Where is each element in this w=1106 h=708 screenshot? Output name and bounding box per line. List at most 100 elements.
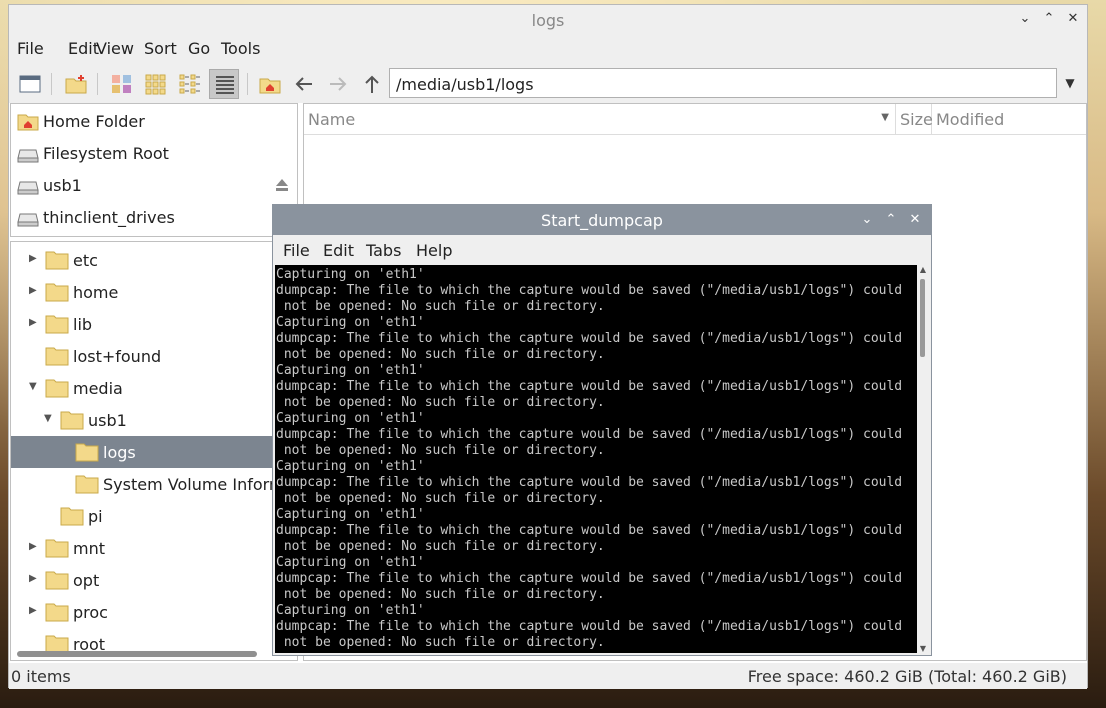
tree-item-label: home	[73, 283, 119, 302]
drive-icon	[17, 149, 39, 163]
eject-icon[interactable]	[275, 178, 289, 192]
forward-arrow-icon[interactable]	[323, 69, 353, 99]
tree-item-opt[interactable]: ▶ opt	[11, 564, 297, 596]
folder-icon	[45, 251, 69, 270]
folder-icon	[45, 603, 69, 622]
collapse-arrow-icon[interactable]: ▼	[44, 413, 52, 424]
tree-item-label: opt	[73, 571, 100, 590]
tree-item-label: lost+found	[73, 347, 162, 366]
minimize-icon[interactable]: ⌄	[1017, 11, 1033, 27]
close-icon[interactable]: ✕	[1065, 11, 1081, 27]
sort-descending-icon: ▼	[881, 112, 889, 123]
folder-icon	[45, 539, 69, 558]
icon-view-icon[interactable]	[107, 69, 137, 99]
folder-icon	[60, 507, 84, 526]
tree-item-system-volume-informa[interactable]: System Volume Informa	[11, 468, 297, 500]
place-filesystem-root[interactable]: Filesystem Root	[15, 138, 295, 168]
scroll-up-icon[interactable]: ▲	[917, 265, 929, 274]
tree-item-home[interactable]: ▶ home	[11, 276, 297, 308]
terminal-output: Capturing on 'eth1' dumpcap: The file to…	[276, 267, 903, 650]
terminal-menu-file[interactable]: File	[283, 241, 310, 260]
place-thinclient-drives[interactable]: thinclient_drives	[15, 202, 295, 232]
menu-sort[interactable]: Sort	[144, 39, 177, 58]
menu-view[interactable]: View	[96, 39, 134, 58]
item-count: 0 items	[11, 667, 71, 686]
places-pane: Home Folder Filesystem Root usb1 thincli…	[10, 103, 298, 237]
tree-item-label: logs	[103, 443, 136, 462]
folder-icon	[45, 347, 69, 366]
tree-item-lib[interactable]: ▶ lib	[11, 308, 297, 340]
compact-view-icon[interactable]	[175, 69, 205, 99]
terminal-menu-tabs[interactable]: Tabs	[366, 241, 401, 260]
tree-item-etc[interactable]: ▶ etc	[11, 244, 297, 276]
column-header-size[interactable]: Size	[896, 104, 933, 134]
folder-icon	[45, 379, 69, 398]
new-window-icon[interactable]	[15, 69, 45, 99]
menu-tools[interactable]: Tools	[221, 39, 260, 58]
folder-icon	[60, 411, 84, 430]
menubar: File Edit View Sort Go Tools	[9, 35, 1087, 63]
path-bar[interactable]: /media/usb1/logs	[389, 68, 1057, 98]
menu-file[interactable]: File	[17, 39, 44, 58]
tree-item-logs[interactable]: logs	[11, 436, 297, 468]
thumbnail-view-icon[interactable]	[141, 69, 171, 99]
directory-tree: ▶ etc ▶ home ▶ lib lost+found ▼ media ▼ usb1 logs Sy…	[10, 241, 298, 661]
close-icon[interactable]: ✕	[907, 212, 923, 228]
expand-arrow-icon[interactable]: ▶	[29, 573, 37, 584]
expand-arrow-icon[interactable]: ▶	[29, 253, 37, 264]
tree-item-label: proc	[73, 603, 108, 622]
menu-edit[interactable]: Edit	[68, 39, 99, 58]
expand-arrow-icon[interactable]: ▶	[29, 541, 37, 552]
detailed-list-view-icon[interactable]	[209, 69, 239, 99]
tree-item-mnt[interactable]: ▶ mnt	[11, 532, 297, 564]
tree-item-media[interactable]: ▼ media	[11, 372, 297, 404]
expand-arrow-icon[interactable]: ▶	[29, 317, 37, 328]
minimize-icon[interactable]: ⌄	[859, 212, 875, 228]
header-divider	[304, 134, 1086, 135]
scrollbar-thumb[interactable]	[17, 651, 257, 657]
terminal-titlebar[interactable]: Start_dumpcap ⌄ ⌃ ✕	[273, 205, 931, 235]
folder-icon	[75, 475, 99, 494]
column-header-modified[interactable]: Modified	[932, 104, 1086, 134]
toolbar-separator	[97, 73, 98, 95]
maximize-icon[interactable]: ⌃	[883, 212, 899, 228]
terminal-screen[interactable]: Capturing on 'eth1' dumpcap: The file to…	[275, 265, 917, 653]
expand-arrow-icon[interactable]: ▶	[29, 605, 37, 616]
back-arrow-icon[interactable]	[289, 69, 319, 99]
folder-icon	[75, 443, 99, 462]
tree-item-label: lib	[73, 315, 93, 334]
toolbar-separator	[51, 73, 52, 95]
drive-icon	[17, 213, 39, 227]
terminal-menu-help[interactable]: Help	[416, 241, 452, 260]
up-arrow-icon[interactable]	[357, 69, 387, 99]
column-header-name[interactable]: Name ▼	[304, 104, 896, 134]
tree-item-pi[interactable]: pi	[11, 500, 297, 532]
terminal-menu-edit[interactable]: Edit	[323, 241, 354, 260]
window-title: logs	[531, 11, 565, 30]
terminal-title: Start_dumpcap	[541, 211, 663, 230]
tree-item-label: System Volume Informa	[103, 475, 295, 494]
tree-item-proc[interactable]: ▶ proc	[11, 596, 297, 628]
tree-horizontal-scrollbar[interactable]	[17, 650, 287, 658]
maximize-icon[interactable]: ⌃	[1041, 11, 1057, 27]
home-icon[interactable]	[255, 69, 285, 99]
place-usb1[interactable]: usb1	[15, 170, 295, 200]
menu-go[interactable]: Go	[188, 39, 210, 58]
scroll-down-icon[interactable]: ▼	[917, 644, 929, 653]
folder-icon	[45, 283, 69, 302]
place-home-folder[interactable]: Home Folder	[15, 106, 295, 136]
expand-arrow-icon[interactable]: ▶	[29, 285, 37, 296]
collapse-arrow-icon[interactable]: ▼	[29, 381, 37, 392]
folder-icon	[45, 315, 69, 334]
window-titlebar[interactable]: logs ⌄ ⌃ ✕	[9, 5, 1087, 35]
home-icon	[17, 114, 39, 131]
folder-icon	[45, 571, 69, 590]
scrollbar-thumb[interactable]	[920, 279, 925, 357]
terminal-scrollbar[interactable]: ▲ ▼	[917, 265, 929, 653]
tree-item-label: media	[73, 379, 123, 398]
tree-item-lost-found[interactable]: lost+found	[11, 340, 297, 372]
path-dropdown-icon[interactable]: ▼	[1062, 73, 1078, 93]
tree-item-usb1[interactable]: ▼ usb1	[11, 404, 297, 436]
new-folder-icon[interactable]	[61, 69, 91, 99]
tree-item-label: pi	[88, 507, 103, 526]
